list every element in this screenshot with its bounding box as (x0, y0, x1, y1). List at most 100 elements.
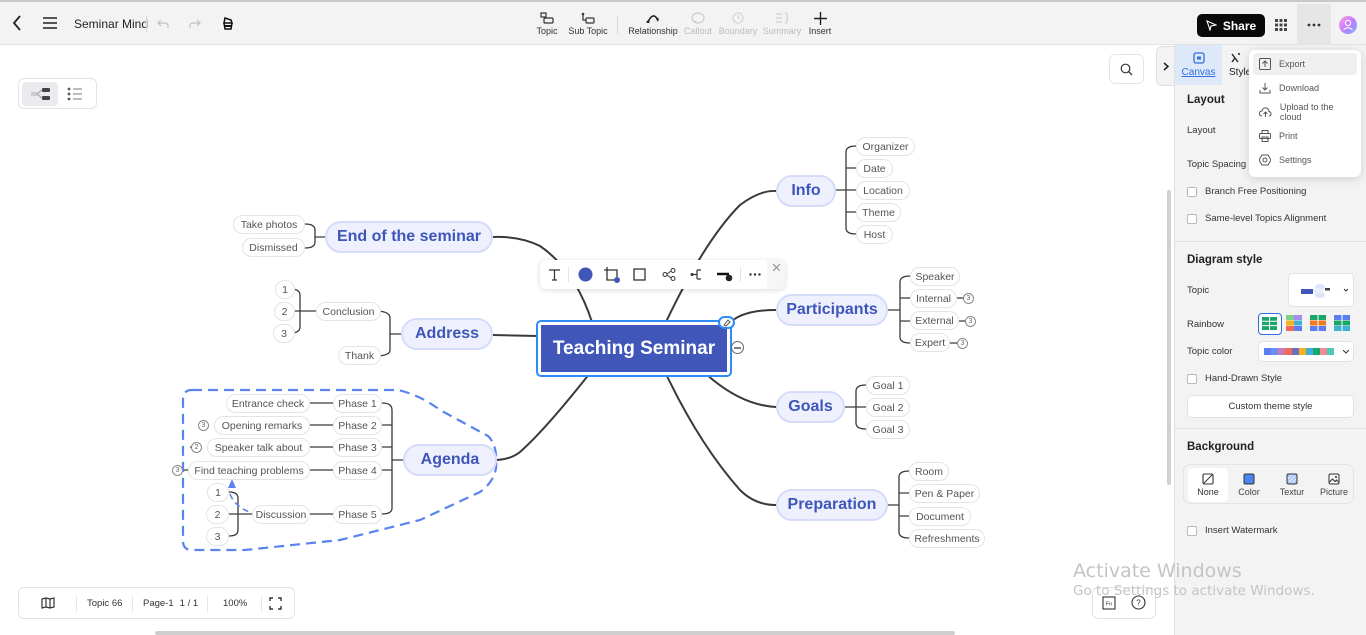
topic-label: Agenda (420, 451, 480, 468)
vertical-scrollbar[interactable] (1167, 190, 1171, 485)
subtopic[interactable]: Refreshments (909, 529, 985, 548)
collapsed-count-badge[interactable]: 3 (963, 293, 974, 304)
menu-item-download[interactable]: Download (1253, 77, 1357, 99)
horizontal-scrollbar[interactable] (155, 631, 955, 635)
subtopic[interactable]: External (910, 311, 959, 330)
subtopic[interactable]: Host (856, 225, 893, 244)
custom-theme-style-button[interactable]: Custom theme style (1187, 395, 1354, 418)
subtopic[interactable]: Theme (856, 203, 901, 222)
subtopic[interactable]: 1 (207, 483, 229, 502)
zoom-level[interactable]: 100% (223, 588, 247, 618)
topic-agenda[interactable]: Agenda (403, 444, 497, 476)
same-level-alignment-checkbox[interactable]: Same-level Topics Alignment (1187, 213, 1326, 224)
subtopic[interactable]: Organizer (856, 137, 915, 156)
subtopic[interactable]: Conclusion (316, 302, 381, 321)
subtopic[interactable]: Speaker (910, 267, 960, 286)
subtopic[interactable]: Discussion (252, 505, 310, 524)
collapse-button[interactable] (731, 341, 744, 354)
subtopic-phase[interactable]: Phase 2 (333, 416, 382, 435)
collapse-panel-button[interactable] (1156, 46, 1174, 86)
more-options-button[interactable] (1297, 4, 1331, 46)
collapsed-count-badge[interactable]: 3 (198, 420, 209, 431)
subtopic[interactable]: Speaker talk about (207, 438, 310, 457)
subtopic[interactable]: Internal (910, 289, 957, 308)
text-style-button[interactable] (545, 266, 563, 283)
menu-item-export[interactable]: Export (1253, 53, 1357, 75)
connector-goals (704, 372, 777, 408)
apps-button[interactable] (1271, 14, 1291, 36)
menu-item-print[interactable]: Print (1253, 125, 1357, 147)
line-style-button[interactable] (716, 266, 734, 283)
fullscreen-button[interactable] (269, 588, 282, 618)
subtopic[interactable]: Dismissed (242, 238, 305, 257)
topic-participants[interactable]: Participants (776, 294, 888, 326)
topic-info[interactable]: Info (776, 175, 836, 207)
collapsed-count-badge[interactable]: 3 (957, 338, 968, 349)
subtopic-phase[interactable]: Phase 3 (333, 438, 382, 457)
collapsed-count-badge[interactable]: 3 (965, 316, 976, 327)
topic-color-swatches (1264, 348, 1334, 355)
subtopic-label: 3 (214, 530, 221, 543)
subtopic[interactable]: Entrance check (226, 394, 310, 413)
subtopic[interactable]: Goal 2 (866, 398, 910, 417)
more-format-button[interactable] (746, 266, 764, 283)
subtopic[interactable]: 2 (206, 505, 229, 524)
rainbow-option-1[interactable] (1258, 313, 1282, 335)
subtopic[interactable]: Thank (338, 346, 381, 365)
rainbow-option-4[interactable] (1334, 315, 1350, 336)
send-icon (1205, 20, 1217, 31)
collapsed-count-badge[interactable]: 3 (172, 465, 183, 476)
background-texture-option[interactable]: Textur (1272, 468, 1312, 502)
subtopic[interactable]: 1 (275, 280, 295, 299)
checkbox-label: Branch Free Positioning (1205, 186, 1307, 197)
color-swatch (1299, 348, 1306, 355)
hand-drawn-checkbox[interactable]: Hand-Drawn Style (1187, 373, 1282, 384)
topic-end-of-seminar[interactable]: End of the seminar (325, 221, 493, 253)
subtopic[interactable]: Take photos (233, 215, 305, 234)
subtopic[interactable]: Find teaching problems (188, 461, 310, 480)
collapsed-count-badge[interactable]: 2 (191, 442, 202, 453)
menu-item-upload-cloud[interactable]: Upload to the cloud (1253, 101, 1357, 123)
background-none-option[interactable]: None (1188, 468, 1228, 502)
topic-goals[interactable]: Goals (776, 391, 845, 423)
background-color-option[interactable]: Color (1229, 468, 1269, 502)
subtopic-phase[interactable]: Phase 5 (333, 505, 382, 524)
tab-canvas[interactable]: Canvas (1175, 45, 1222, 85)
minimap-button[interactable] (41, 588, 55, 618)
shape-button[interactable] (630, 266, 648, 283)
subtopic[interactable]: 2 (274, 302, 295, 321)
subtopic[interactable]: 3 (273, 324, 295, 343)
subtopic[interactable]: Opening remarks (214, 416, 310, 435)
subtopic[interactable]: Pen & Paper (909, 484, 980, 503)
background-picture-option[interactable]: Picture (1314, 468, 1354, 502)
topic-style-dropdown[interactable] (1288, 273, 1354, 307)
subtopic[interactable]: Goal 1 (866, 376, 910, 395)
subtopic[interactable]: Date (856, 159, 893, 178)
user-avatar[interactable] (1339, 16, 1357, 34)
root-topic[interactable]: Teaching Seminar (536, 320, 732, 377)
subtopic[interactable]: 3 (206, 527, 229, 546)
subtopic[interactable]: Goal 3 (866, 420, 910, 439)
branch-button[interactable] (688, 266, 706, 283)
style-brush-button[interactable] (718, 316, 735, 329)
subtopic-phase[interactable]: Phase 4 (333, 461, 382, 480)
menu-item-settings[interactable]: Settings (1253, 149, 1357, 171)
rainbow-option-2[interactable] (1286, 315, 1302, 336)
layout-button[interactable] (660, 266, 678, 283)
topic-preparation[interactable]: Preparation (776, 489, 888, 521)
share-button[interactable]: Share (1197, 14, 1265, 37)
fill-color-button[interactable] (576, 266, 594, 283)
border-button[interactable] (603, 266, 621, 283)
page-selector[interactable]: Page-1 1 / 1 (143, 588, 198, 618)
subtopic[interactable]: Expert (910, 333, 950, 352)
insert-watermark-checkbox[interactable]: Insert Watermark (1187, 525, 1278, 536)
topic-color-dropdown[interactable] (1258, 341, 1354, 362)
subtopic[interactable]: Location (856, 181, 910, 200)
rainbow-option-3[interactable] (1310, 315, 1326, 336)
subtopic[interactable]: Room (909, 462, 949, 481)
subtopic-phase[interactable]: Phase 1 (333, 394, 382, 413)
branch-free-checkbox[interactable]: Branch Free Positioning (1187, 186, 1306, 197)
close-toolbar-button[interactable] (767, 260, 785, 289)
topic-address[interactable]: Address (401, 318, 493, 350)
subtopic[interactable]: Document (909, 507, 971, 526)
